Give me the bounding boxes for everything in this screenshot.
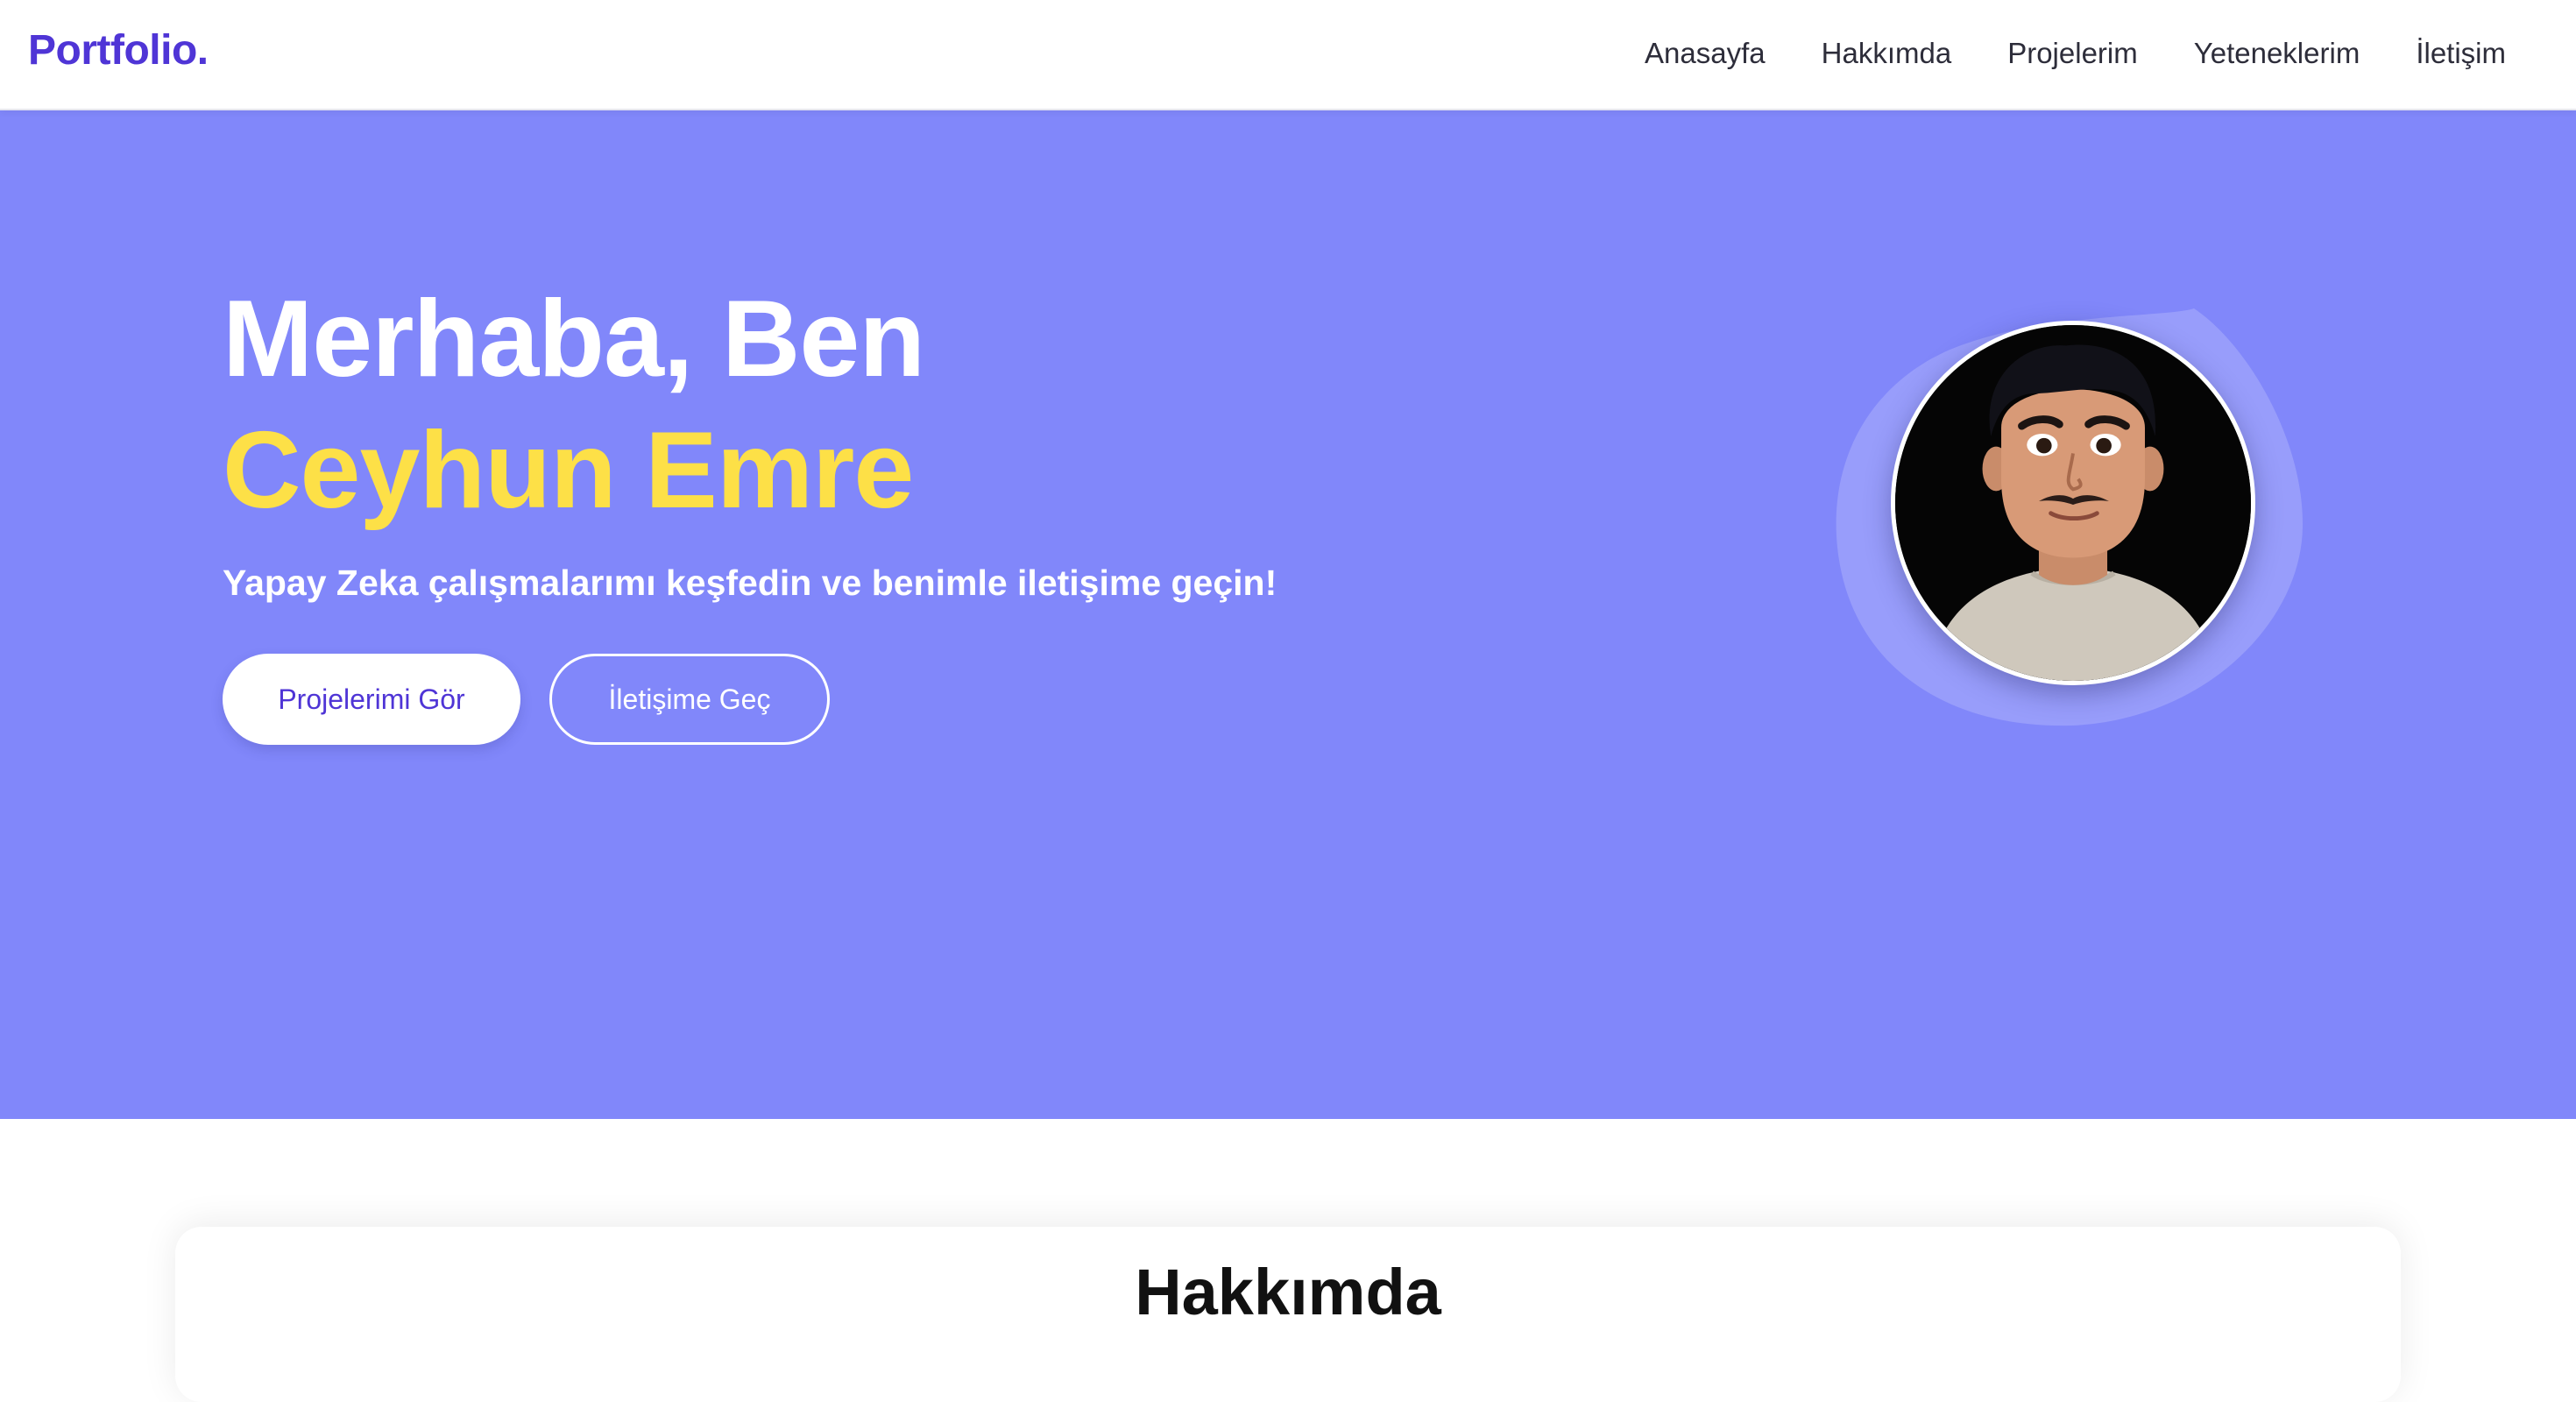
nav-link-contact[interactable]: İletişim [2416,37,2506,70]
profile-avatar [1891,321,2255,685]
hero-subtitle: Yapay Zeka çalışmalarımı keşfedin ve ben… [223,563,1277,603]
contact-button[interactable]: İletişime Geç [549,654,830,745]
about-section-title: Hakkımda [1135,1256,1441,1328]
hero-name: Ceyhun Emre [223,410,914,531]
view-projects-button[interactable]: Projelerimi Gör [223,654,520,745]
nav-link-home[interactable]: Anasayfa [1645,37,1766,70]
logo[interactable]: Portfolio. [28,26,209,74]
nav-link-projects[interactable]: Projelerim [2007,37,2138,70]
nav-links: Anasayfa Hakkımda Projelerim Yetenekleri… [1645,0,2506,107]
nav-link-skills[interactable]: Yeteneklerim [2194,37,2360,70]
navbar: Portfolio. Anasayfa Hakkımda Projelerim … [0,0,2576,110]
hero-greeting: Merhaba, Ben [223,279,925,400]
avatar-illustration-icon [1895,325,2251,681]
nav-link-about[interactable]: Hakkımda [1822,37,1952,70]
